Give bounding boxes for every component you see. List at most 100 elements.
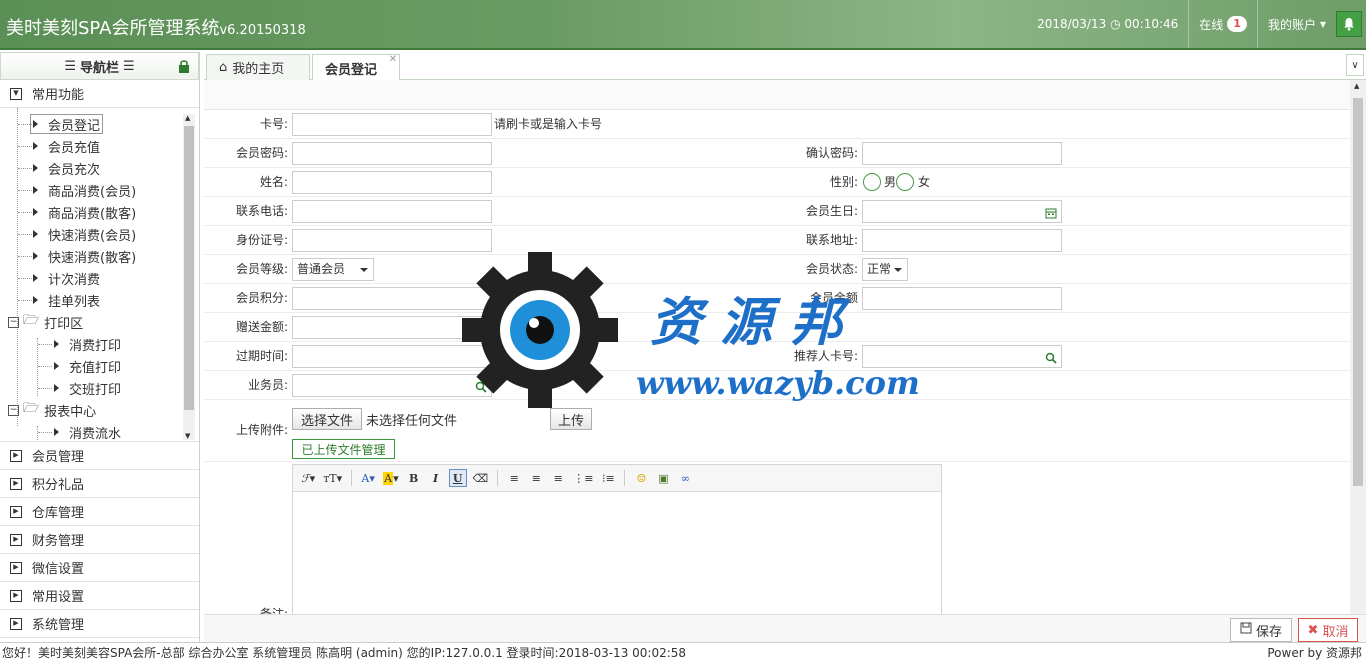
folder-open-icon: 🗁 (23, 401, 40, 416)
level-label: 会员等级: (235, 262, 288, 276)
attachment-label: 上传附件: (235, 423, 288, 437)
bold-icon[interactable]: B (405, 469, 423, 487)
tab-list-dropdown[interactable]: ∨ (1346, 54, 1364, 76)
section-common-settings[interactable]: ▶ 常用设置 (0, 582, 199, 610)
gift-amount-input[interactable] (292, 316, 492, 339)
tree-item-recharge-print[interactable]: 充值打印 (54, 356, 121, 376)
action-bar: 保存 ✖ 取消 (204, 614, 1366, 642)
link-icon[interactable]: ∞ (676, 469, 694, 487)
section-common[interactable]: ▼ 常用功能 (0, 80, 199, 108)
tree-item-goods-guest[interactable]: 商品消费(散客) (33, 202, 136, 222)
tree-item-count-consume[interactable]: 计次消费 (33, 268, 100, 288)
scroll-down-icon[interactable]: ▼ (185, 432, 190, 440)
birthday-input[interactable] (862, 200, 1062, 223)
expand-icon: ▶ (10, 477, 22, 490)
points-input[interactable] (292, 287, 492, 310)
gender-male-radio[interactable] (863, 173, 881, 191)
calendar-icon[interactable] (1045, 205, 1059, 219)
tree-item-shift-print[interactable]: 交班打印 (54, 378, 121, 398)
search-icon[interactable] (1045, 350, 1059, 364)
tree-scrollbar[interactable]: ▲ ▼ (183, 114, 195, 440)
scroll-thumb[interactable] (184, 126, 194, 410)
level-select[interactable]: 普通会员 (292, 258, 374, 281)
font-color-icon[interactable]: A▾ (359, 469, 377, 487)
phone-label: 联系电话: (235, 204, 288, 218)
id-card-input[interactable] (292, 229, 492, 252)
tree-item-consume-print[interactable]: 消费打印 (54, 334, 121, 354)
align-center-icon[interactable]: ≡ (527, 469, 545, 487)
close-tab-icon[interactable]: ✕ (389, 54, 397, 65)
remark-editor[interactable]: ℱ ▾ тT▾ A▾ A ▾ B I U ⌫ ≡ ≡ ≡ ⋮≡ ⁝≡ ☺ ▣ ∞ (292, 464, 942, 614)
card-no-input[interactable] (292, 113, 492, 136)
section-warehouse[interactable]: ▶ 仓库管理 (0, 498, 199, 526)
collapse-icon: ▼ (10, 87, 22, 100)
bell-button[interactable] (1336, 11, 1362, 37)
arrow-right-icon (33, 230, 38, 238)
password-input[interactable] (292, 142, 492, 165)
emoji-icon[interactable]: ☺ (632, 469, 650, 487)
tree-item-quick-member[interactable]: 快速消费(会员) (33, 224, 136, 244)
confirm-password-input[interactable] (862, 142, 1062, 165)
underline-icon[interactable]: U (448, 469, 467, 487)
italic-icon[interactable]: I (427, 469, 445, 487)
balance-input[interactable] (862, 287, 1062, 310)
section-finance[interactable]: ▶ 财务管理 (0, 526, 199, 554)
section-wechat[interactable]: ▶ 微信设置 (0, 554, 199, 582)
name-label: 姓名: (259, 175, 288, 189)
name-input[interactable] (292, 171, 492, 194)
main-scrollbar[interactable]: ▲ (1350, 80, 1366, 614)
lock-icon[interactable] (178, 59, 190, 77)
status-select[interactable]: 正常 (862, 258, 908, 281)
highlight-icon[interactable]: A ▾ (381, 469, 400, 487)
tree-item-quick-guest[interactable]: 快速消费(散客) (33, 246, 136, 266)
tree-item-pending-list[interactable]: 挂单列表 (33, 290, 100, 310)
divider (351, 470, 353, 486)
my-account-menu[interactable]: 我的账户 ▾ (1268, 16, 1326, 33)
expire-input[interactable] (292, 345, 492, 368)
home-icon: ⌂ (219, 60, 228, 75)
tree-item-recharge[interactable]: 会员充值 (33, 136, 100, 156)
tab-member-register[interactable]: 会员登记 ✕ (312, 54, 400, 81)
double-chevron-down-icon: ∨ (1351, 59, 1359, 71)
top-bar: 美时美刻SPA会所管理系统v6.20150318 2018/03/13 ◷ 00… (0, 0, 1366, 50)
remark-label: 备注: (259, 607, 288, 614)
tab-home[interactable]: ⌂ 我的主页 (206, 54, 310, 80)
cancel-button[interactable]: ✖ 取消 (1298, 618, 1358, 642)
tree-item-goods-member[interactable]: 商品消费(会员) (33, 180, 136, 200)
online-users[interactable]: 在线 1 (1199, 16, 1247, 33)
scroll-up-icon[interactable]: ▲ (185, 114, 190, 122)
tree-item-consume-flow[interactable]: 消费流水 (54, 422, 121, 441)
scroll-up-icon[interactable]: ▲ (1354, 82, 1359, 90)
phone-input[interactable] (292, 200, 492, 223)
gender-female-radio[interactable] (896, 173, 914, 191)
align-left-icon[interactable]: ≡ (505, 469, 523, 487)
tree-folder-print[interactable]: − 🗁 打印区 (8, 312, 83, 332)
choose-file-button[interactable]: 选择文件 (292, 408, 362, 430)
salesman-input[interactable] (292, 374, 492, 397)
status-label: 会员状态: (805, 262, 858, 276)
upload-button[interactable]: 上传 (550, 408, 592, 430)
referrer-input[interactable] (862, 345, 1062, 368)
align-right-icon[interactable]: ≡ (549, 469, 567, 487)
ordered-list-icon[interactable]: ⋮≡ (571, 469, 595, 487)
clock-icon: ◷ (1110, 17, 1121, 31)
save-button[interactable]: 保存 (1230, 618, 1292, 642)
tree-line (18, 278, 32, 279)
section-system[interactable]: ▶ 系统管理 (0, 610, 199, 638)
scroll-thumb[interactable] (1353, 98, 1363, 486)
image-icon[interactable]: ▣ (654, 469, 672, 487)
eraser-icon[interactable]: ⌫ (471, 469, 491, 487)
section-member-mgmt[interactable]: ▶ 会员管理 (0, 442, 199, 470)
section-points-gifts[interactable]: ▶ 积分礼品 (0, 470, 199, 498)
search-icon[interactable] (475, 379, 489, 393)
address-input[interactable] (862, 229, 1062, 252)
unordered-list-icon[interactable]: ⁝≡ (599, 469, 617, 487)
gender-female-label: 女 (918, 175, 931, 189)
tree-item-member-register[interactable]: 会员登记 (30, 114, 104, 134)
row-password: 会员密码: 确认密码: (204, 139, 1350, 168)
font-size-icon[interactable]: тT▾ (321, 469, 344, 487)
tree-item-recharge-times[interactable]: 会员充次 (33, 158, 100, 178)
tree-folder-report[interactable]: − 🗁 报表中心 (8, 400, 96, 420)
font-family-icon[interactable]: ℱ ▾ (299, 469, 317, 487)
uploaded-files-button[interactable]: 已上传文件管理 (292, 439, 395, 459)
